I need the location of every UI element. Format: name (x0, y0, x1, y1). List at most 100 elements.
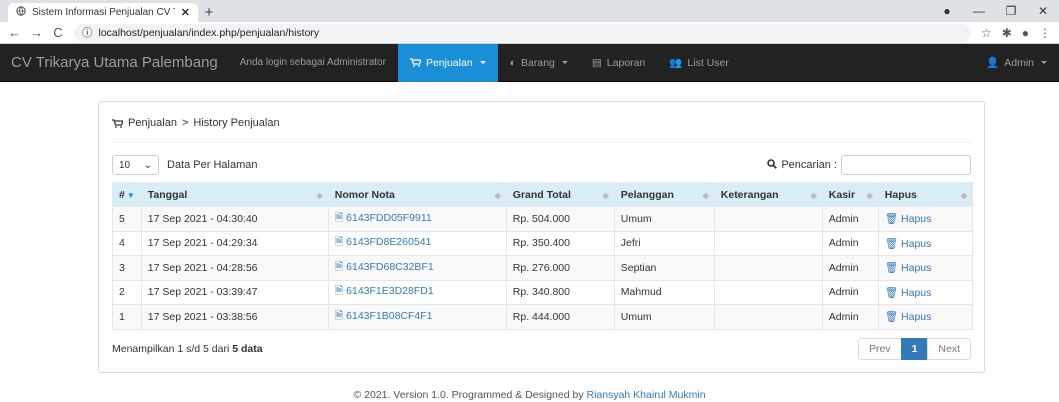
next-button[interactable]: Next (927, 338, 971, 360)
trash-icon: 🗑 (884, 311, 899, 324)
nota-text: 6143FD8E260541 (346, 236, 432, 249)
avatar[interactable]: ● (1022, 26, 1029, 40)
nota-link[interactable]: 🗎 6143FD8E260541 (327, 230, 507, 256)
address-bar-row: ← → C ⓘ localhost/penjualan/index.php/pe… (0, 22, 1059, 44)
nav-laporan[interactable]: ▤ Laporan (580, 44, 657, 82)
trash-icon: 🗑 (884, 262, 899, 275)
cell-kasir: Admin (821, 304, 879, 330)
tab-title: Sistem Informasi Penjualan CV Tr (32, 7, 175, 18)
document-icon: 🗎 (334, 236, 344, 249)
restore-icon[interactable]: ❐ (995, 4, 1027, 18)
hapus-link[interactable]: 🗑 Hapus (877, 304, 974, 330)
new-tab-button[interactable]: + (198, 3, 220, 22)
column-header-total[interactable]: Grand Total ◆ (505, 182, 615, 207)
hapus-link[interactable]: 🗑 Hapus (877, 206, 974, 232)
cell-no: 1 (112, 304, 142, 330)
cell-pelanggan: Umum (613, 206, 715, 232)
user-icon: 👤 (986, 57, 1000, 69)
document-icon: 🗎 (334, 260, 344, 273)
column-header-keterangan[interactable]: Keterangan ◆ (713, 182, 823, 207)
minimize-icon[interactable]: — (963, 4, 995, 18)
column-header-tanggal[interactable]: Tanggal ◆ (140, 182, 329, 207)
column-header-label: Kasir (828, 188, 856, 201)
hapus-link[interactable]: 🗑 Hapus (877, 279, 974, 305)
nav-penjualan[interactable]: Penjualan (397, 43, 498, 82)
cell-kasir: Admin (821, 206, 879, 232)
column-header-kasir[interactable]: Kasir ◆ (821, 182, 879, 207)
breadcrumb: Penjualan > History Penjualan (112, 117, 280, 129)
bookmark-star-icon[interactable]: ☆ (981, 26, 992, 40)
reload-icon[interactable]: C (52, 25, 64, 40)
caret-down-icon (561, 61, 568, 64)
close-window-icon[interactable]: ✕ (1027, 4, 1059, 18)
column-header-label: # (119, 188, 125, 201)
column-header-no[interactable]: # ▼ (112, 182, 142, 207)
column-header-hapus[interactable]: Hapus ◆ (877, 182, 974, 207)
page-1-button[interactable]: 1 (900, 338, 929, 360)
cell-no: 2 (112, 279, 142, 305)
browser-tab-strip: Sistem Informasi Penjualan CV Tr ✕ + ● —… (0, 0, 1059, 22)
per-page-value: 10 (119, 159, 131, 171)
nota-link[interactable]: 🗎 6143F1B08CF4F1 (327, 304, 507, 330)
search-control: Pencarian : (767, 155, 971, 175)
history-table: # ▼ Tanggal ◆ Nomor Nota ◆ Grand Total ◆ Pel… (112, 182, 974, 330)
extension-icon[interactable]: ✱ (1002, 26, 1012, 40)
prev-button[interactable]: Prev (857, 338, 902, 360)
back-icon[interactable]: ← (8, 25, 21, 40)
column-header-label: Tanggal (147, 188, 188, 201)
sort-icon: ◆ (702, 191, 709, 200)
cell-no: 4 (112, 230, 142, 256)
hapus-link[interactable]: 🗑 Hapus (877, 230, 974, 256)
column-header-label: Grand Total (512, 188, 571, 201)
per-page-label: Data Per Halaman (167, 159, 258, 171)
hapus-text: Hapus (901, 311, 932, 324)
cell-kasir: Admin (821, 255, 879, 281)
nota-link[interactable]: 🗎 6143FD68C32BF1 (327, 255, 507, 281)
nota-text: 6143FD68C32BF1 (346, 260, 434, 273)
url-field[interactable]: ⓘ localhost/penjualan/index.php/penjuala… (74, 23, 971, 42)
pagination-info-prefix: Menampilkan 1 s/d 5 dari (112, 343, 233, 355)
cell-keterangan (713, 206, 823, 232)
sort-icon: ◆ (494, 191, 501, 200)
cell-tanggal: 17 Sep 2021 - 03:38:56 (140, 304, 329, 330)
table-row: 2 17 Sep 2021 - 03:39:47 🗎 6143F1E3D28FD… (112, 279, 974, 305)
cell-total: Rp. 350.400 (505, 230, 615, 256)
cell-kasir: Admin (821, 279, 879, 305)
cell-total: Rp. 340.800 (505, 279, 615, 305)
login-status: Anda login sebagai Administrator (239, 57, 386, 68)
history-panel: Penjualan > History Penjualan 10 ⌄ Data … (98, 101, 985, 373)
cell-keterangan (713, 230, 823, 256)
caret-down-icon (1041, 61, 1047, 64)
breadcrumb-current: History Penjualan (193, 117, 280, 129)
profile-icon[interactable]: ● (931, 4, 963, 18)
per-page-select[interactable]: 10 ⌄ (112, 155, 159, 175)
breadcrumb-separator: > (181, 117, 189, 129)
search-input[interactable] (841, 155, 971, 175)
column-header-label: Hapus (884, 188, 917, 201)
author-link[interactable]: Riansyah Khairul Mukmin (586, 389, 705, 401)
globe-icon (16, 6, 26, 19)
breadcrumb-root[interactable]: Penjualan (128, 117, 177, 129)
user-menu-label: Admin (1004, 56, 1034, 69)
user-menu[interactable]: 👤 Admin (974, 44, 1059, 82)
column-header-pelanggan[interactable]: Pelanggan ◆ (613, 182, 715, 207)
search-label: Pencarian : (781, 159, 837, 171)
tab-close-icon[interactable]: ✕ (181, 6, 190, 19)
nav-barang[interactable]: ◐ Barang (498, 44, 580, 82)
column-header-nota[interactable]: Nomor Nota ◆ (327, 182, 507, 207)
brand-title[interactable]: CV Trikarya Utama Palembang (0, 54, 228, 71)
info-icon[interactable]: ⓘ (82, 25, 93, 40)
cell-tanggal: 17 Sep 2021 - 04:30:40 (140, 206, 329, 232)
forward-icon[interactable]: → (30, 25, 43, 40)
cell-pelanggan: Jefri (613, 230, 715, 256)
cell-pelanggan: Mahmud (613, 279, 715, 305)
nav-list-user[interactable]: 👥 List User (657, 44, 741, 82)
menu-icon[interactable]: ⋮ (1039, 26, 1051, 40)
browser-tab[interactable]: Sistem Informasi Penjualan CV Tr ✕ (8, 3, 198, 22)
cell-tanggal: 17 Sep 2021 - 04:29:34 (140, 230, 329, 256)
nota-link[interactable]: 🗎 6143F1E3D28FD1 (327, 279, 507, 305)
nota-link[interactable]: 🗎 6143FDD05F9911 (327, 206, 507, 232)
tag-icon: ◐ (509, 56, 517, 69)
file-icon: ▤ (591, 56, 602, 69)
hapus-link[interactable]: 🗑 Hapus (877, 255, 974, 281)
